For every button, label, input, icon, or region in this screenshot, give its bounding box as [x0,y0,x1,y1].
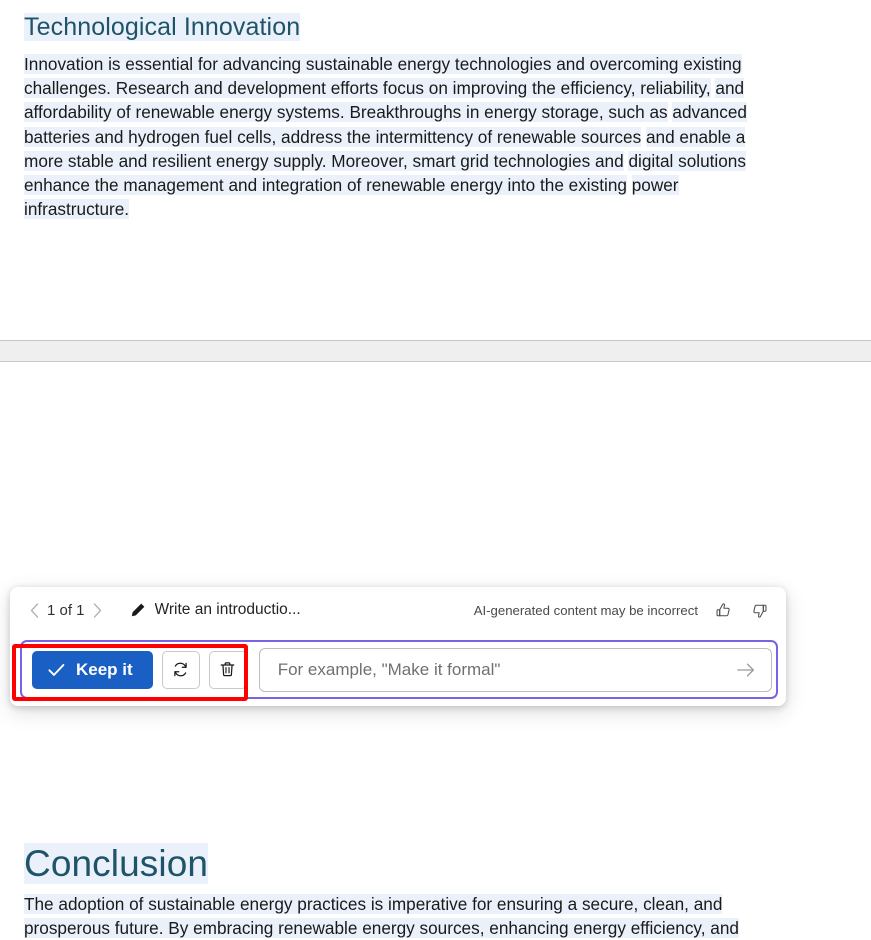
thumbs-up-icon[interactable] [712,599,734,621]
thumbs-down-icon[interactable] [748,599,770,621]
ai-popup-topbar: 1 of 1 Write an introductio... AI-genera… [10,587,786,633]
trash-icon [218,660,237,679]
previous-suggestion-button[interactable] [24,598,44,622]
next-suggestion-button[interactable] [88,598,108,622]
keep-it-button[interactable]: Keep it [32,650,153,689]
prompt-input-wrapper[interactable] [258,647,772,692]
prompt-input[interactable] [275,658,733,681]
paragraph-line: challenges. Research and development eff… [24,78,711,99]
current-prompt-label: Write an introductio... [154,601,301,618]
paragraph-conclusion: The adoption of sustainable energy pract… [24,892,779,940]
document-page-1: Technological Innovation Innovation is e… [0,0,871,340]
discard-button[interactable] [208,650,247,689]
current-prompt-chip[interactable]: Write an introductio... [129,601,301,619]
heading-conclusion: Conclusion [24,843,209,885]
pencil-icon [129,602,146,619]
ai-assistant-popup: 1 of 1 Write an introductio... AI-genera… [10,587,786,706]
refresh-icon [171,660,190,679]
ai-action-buttons: Keep it [32,650,247,689]
checkmark-icon [48,663,65,677]
paragraph-line: prosperous future. By embracing renewabl… [24,918,739,939]
arrow-right-icon [735,661,757,679]
paragraph-technological-innovation: Innovation is essential for advancing su… [24,52,779,221]
paragraph-line: The adoption of sustainable energy pract… [24,894,723,914]
paragraph-line: Innovation is essential for advancing su… [24,54,742,74]
ai-disclaimer-text: AI-generated content may be incorrect [473,602,698,618]
heading-technological-innovation: Technological Innovation [24,13,301,41]
ai-disclaimer-group: AI-generated content may be incorrect [474,599,770,621]
suggestion-counter: 1 of 1 [47,601,85,619]
regenerate-button[interactable] [161,650,200,689]
page-break-separator [0,340,871,362]
keep-it-label: Keep it [76,659,133,679]
ai-popup-action-row: Keep it [10,633,786,706]
send-prompt-button[interactable] [733,657,759,683]
